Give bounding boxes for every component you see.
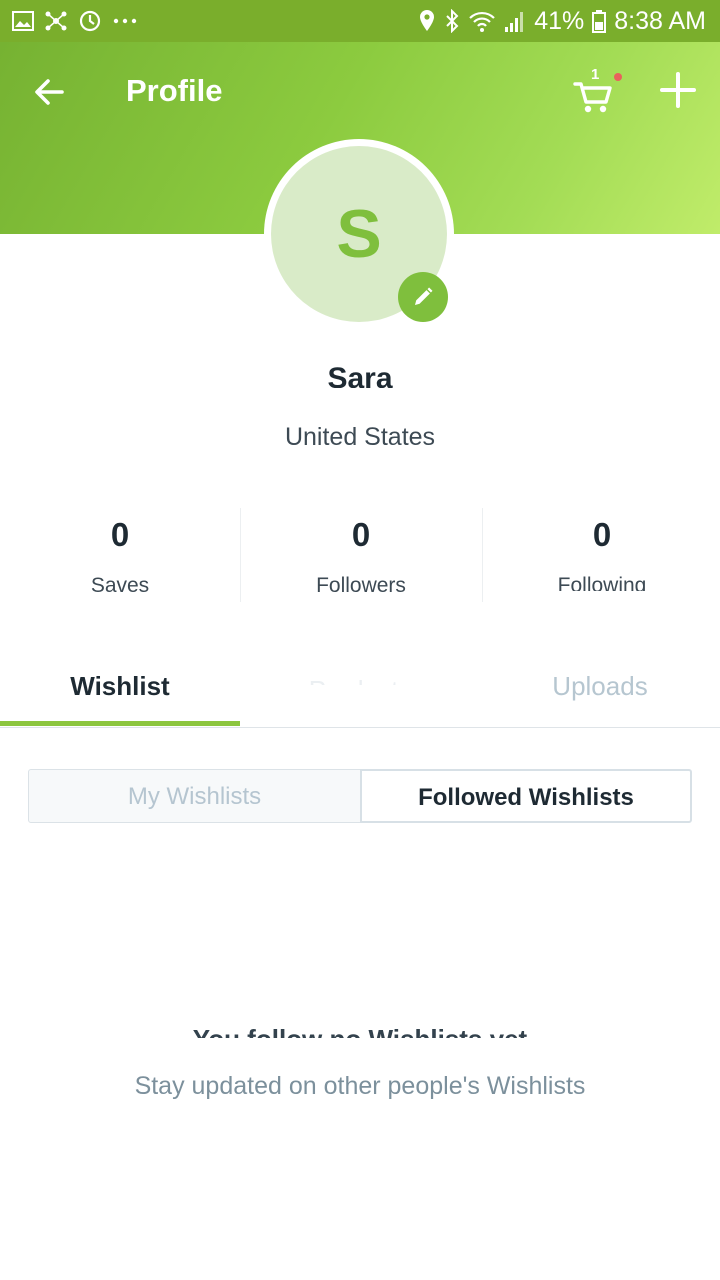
- signal-icon: [505, 12, 524, 32]
- network-icon: [45, 11, 67, 31]
- tab-indicator: [0, 721, 240, 726]
- stat-value: 0: [592, 516, 612, 553]
- status-time: 8:38 AM: [614, 7, 706, 35]
- bluetooth-icon: [446, 9, 459, 33]
- plus-icon: [660, 72, 696, 108]
- battery-percent: 41%: [534, 7, 585, 35]
- tab-label: Wishlist: [70, 671, 170, 701]
- back-button[interactable]: [30, 72, 70, 112]
- stats-row: 0 Saves 0 Followers 0 Following: [0, 508, 720, 604]
- tab-uploads[interactable]: Uploads: [480, 650, 720, 727]
- sync-icon: [79, 10, 101, 32]
- stat-followers[interactable]: 0 Followers: [241, 508, 481, 604]
- more-icon: [113, 18, 137, 24]
- profile-tabs: Wishlist Products Uploads: [0, 650, 720, 728]
- page-title: Profile: [126, 73, 223, 108]
- user-location: United States: [284, 423, 436, 451]
- battery-icon: [592, 10, 607, 33]
- notification-dot: [614, 73, 622, 81]
- followed-wishlists-button[interactable]: Followed Wishlists: [360, 769, 692, 823]
- tab-products[interactable]: Products: [240, 650, 480, 727]
- cart-count-badge: 1: [591, 66, 600, 83]
- stat-following[interactable]: 0 Following: [482, 508, 720, 604]
- stat-label: Following: [557, 574, 647, 591]
- cart-button[interactable]: 1: [573, 66, 627, 116]
- status-bar: 41% 8:38 AM: [0, 0, 720, 42]
- stat-label: Followers: [316, 574, 406, 597]
- stat-value: 0: [351, 516, 371, 553]
- user-name: Sara: [327, 362, 393, 388]
- stat-saves[interactable]: 0 Saves: [0, 508, 240, 604]
- my-wishlists-button[interactable]: My Wishlists: [28, 769, 361, 823]
- add-button[interactable]: [658, 70, 698, 110]
- wifi-icon: [469, 11, 495, 32]
- pencil-icon: [415, 287, 433, 305]
- stat-label: Saves: [90, 574, 150, 597]
- back-arrow-icon: [35, 79, 64, 105]
- wishlist-segmented-control: My Wishlists Followed Wishlists: [28, 769, 692, 825]
- gallery-icon: [12, 11, 34, 31]
- stat-value: 0: [110, 516, 130, 553]
- tab-wishlist[interactable]: Wishlist: [0, 650, 240, 727]
- edit-avatar-button[interactable]: [398, 272, 448, 322]
- tab-label: Uploads: [552, 671, 648, 701]
- empty-state-title: You follow no Wishlists yet: [0, 1024, 720, 1038]
- tab-label: Products: [240, 675, 480, 685]
- empty-state-subtitle: Stay updated on other people's Wishlists: [134, 1072, 586, 1100]
- location-icon: [420, 10, 435, 31]
